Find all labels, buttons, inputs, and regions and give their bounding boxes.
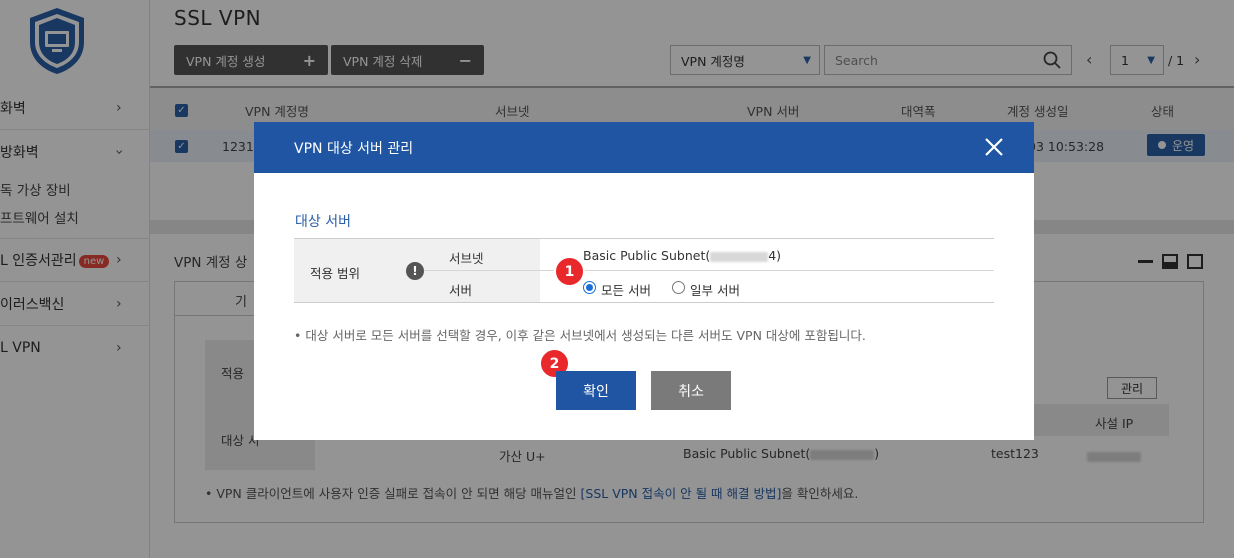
close-icon[interactable] [982, 135, 1006, 159]
server-label: 서버 [449, 283, 473, 298]
subnet-value: Basic Public Subnet(4) [583, 248, 782, 263]
modal-note: • 대상 서버로 모든 서버를 선택할 경우, 이후 같은 서브넷에서 생성되는… [294, 328, 866, 343]
radio-all-servers-label[interactable]: 모든 서버 [601, 280, 651, 299]
subnet-label: 서브넷 [449, 251, 484, 266]
radio-some-servers[interactable] [672, 281, 685, 294]
cancel-button[interactable]: 취소 [651, 371, 731, 410]
confirm-button[interactable]: 확인 [556, 371, 636, 410]
radio-some-servers-label[interactable]: 일부 서버 [690, 280, 740, 299]
info-icon[interactable]: ! [406, 262, 424, 280]
vpn-target-server-modal: VPN 대상 서버 관리 대상 서버 적용 범위 ! 서브넷 서버 Basic … [254, 122, 1034, 440]
target-server-form: 적용 범위 ! 서브넷 서버 Basic Public Subnet(4) 모든… [294, 238, 994, 303]
modal-header: VPN 대상 서버 관리 [254, 122, 1034, 173]
section-title: 대상 서버 [295, 214, 351, 230]
scope-label: 적용 범위 [310, 266, 360, 281]
radio-all-servers[interactable] [583, 281, 596, 294]
step-marker-1: 1 [554, 256, 585, 287]
modal-title: VPN 대상 서버 관리 [294, 141, 414, 157]
